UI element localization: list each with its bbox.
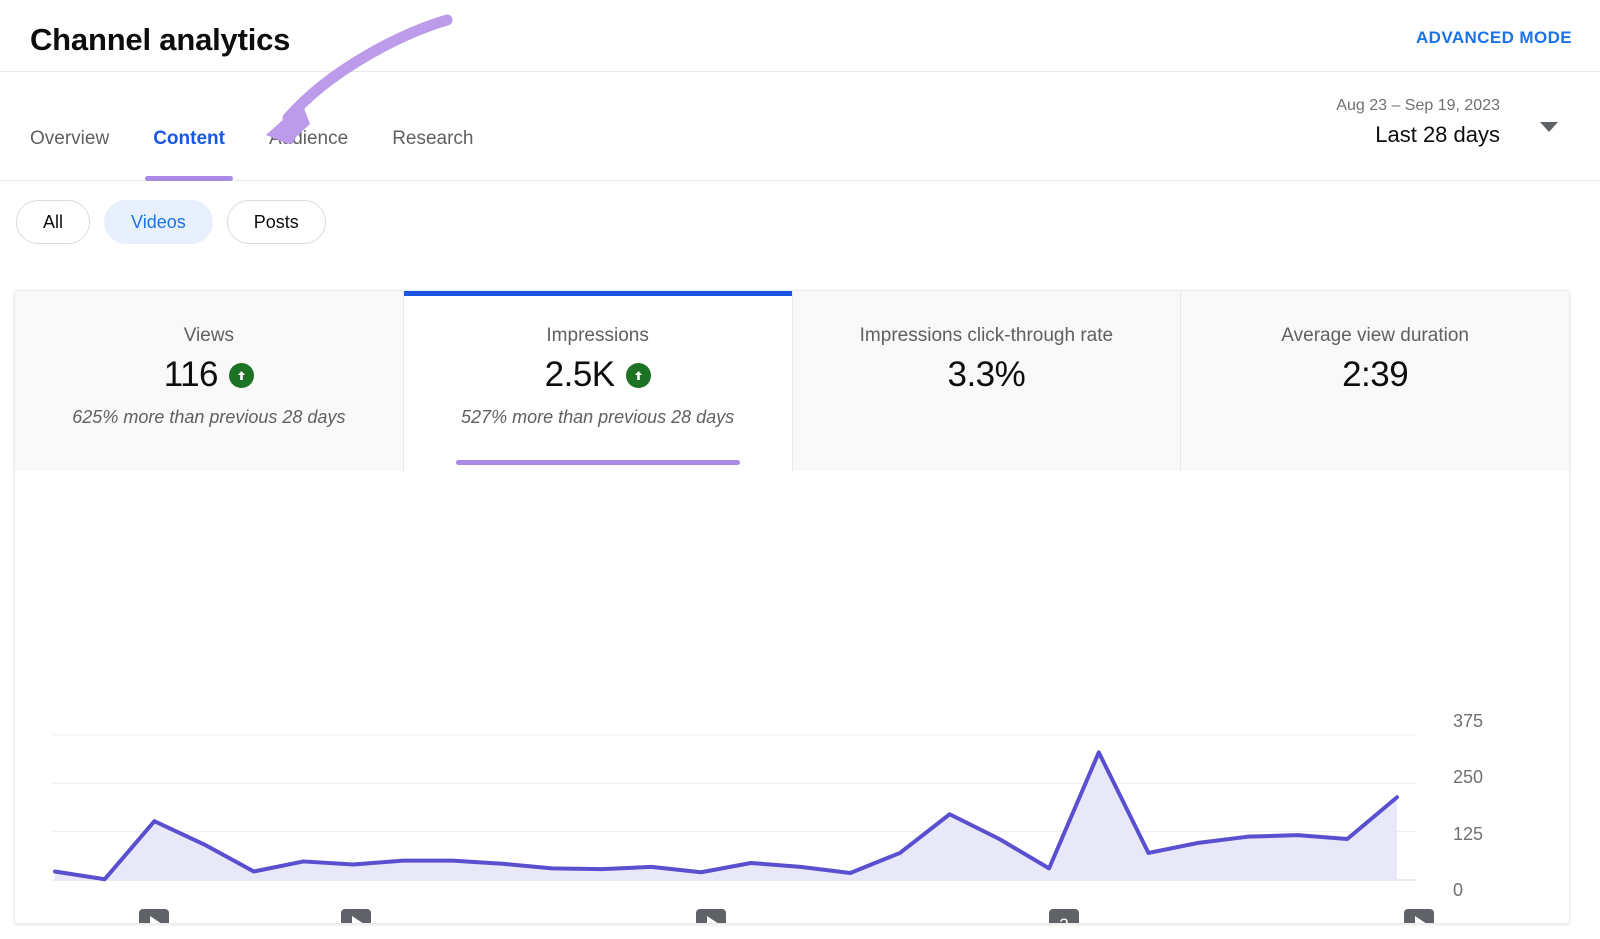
metric-value-row: 2.5K: [545, 355, 651, 395]
video-marker[interactable]: [696, 909, 726, 924]
y-axis-tick: 250: [1453, 767, 1483, 788]
metric-label: Impressions: [546, 325, 648, 347]
metric-delta: 527% more than previous 28 days: [461, 407, 734, 428]
metric-tab-impressions[interactable]: Impressions 2.5K 527% more than previous…: [404, 291, 793, 471]
play-icon: [352, 916, 364, 924]
tab-overview[interactable]: Overview: [30, 124, 131, 154]
tab-research-label: Research: [392, 128, 473, 149]
chip-posts[interactable]: Posts: [227, 200, 326, 244]
metric-label: Views: [184, 325, 234, 347]
metric-value-row: 2:39: [1342, 355, 1408, 395]
chip-videos[interactable]: Videos: [104, 200, 213, 244]
arrow-up-circle-icon: [626, 363, 651, 388]
tab-bar: Overview Content Audience Research Aug 2…: [0, 72, 1600, 181]
advanced-mode-link[interactable]: ADVANCED MODE: [1416, 28, 1572, 48]
y-axis-tick: 375: [1453, 711, 1483, 732]
chart-plot-area[interactable]: [15, 471, 1570, 924]
chevron-down-icon[interactable]: [1540, 122, 1558, 132]
metric-tab-avg-view-duration[interactable]: Average view duration 2:39: [1181, 291, 1569, 471]
play-icon: [150, 916, 162, 924]
date-range-text: Aug 23 – Sep 19, 2023: [1336, 97, 1500, 115]
page-title: Channel analytics: [30, 22, 290, 58]
tab-audience-label: Audience: [269, 128, 348, 149]
metric-label: Impressions click-through rate: [860, 325, 1113, 347]
metric-value: 2.5K: [545, 355, 615, 395]
metric-tabs: Views 116 625% more than previous 28 day…: [15, 291, 1569, 471]
metric-label: Average view duration: [1281, 325, 1469, 347]
tab-audience[interactable]: Audience: [247, 124, 370, 154]
tab-active-underline: [145, 176, 233, 181]
impressions-chart: 375 250 125 0 Aug 23, 2023 Aug 28, 2023 …: [15, 471, 1569, 924]
tab-overview-label: Overview: [30, 128, 109, 149]
metric-value-row: 3.3%: [947, 355, 1025, 395]
arrow-up-circle-icon: [229, 363, 254, 388]
y-axis-tick: 0: [1453, 880, 1463, 901]
video-marker-count-label: 2: [1059, 916, 1068, 925]
content-type-filter: All Videos Posts: [16, 200, 326, 244]
metric-delta: 625% more than previous 28 days: [72, 407, 345, 428]
analytics-card: Views 116 625% more than previous 28 day…: [14, 290, 1570, 924]
tab-content-label: Content: [153, 128, 225, 149]
video-marker[interactable]: [1404, 909, 1434, 924]
analytics-tabs: Overview Content Audience Research: [30, 124, 496, 154]
video-marker[interactable]: [341, 909, 371, 924]
play-icon: [707, 916, 719, 924]
date-range-preset: Last 28 days: [1375, 122, 1500, 148]
date-range-selector[interactable]: Aug 23 – Sep 19, 2023 Last 28 days: [1212, 92, 1572, 158]
channel-analytics-page: Channel analytics ADVANCED MODE Overview…: [0, 0, 1600, 939]
tab-content[interactable]: Content: [131, 124, 247, 154]
metric-value-row: 116: [164, 355, 254, 395]
metric-value: 3.3%: [947, 355, 1025, 395]
metric-value: 116: [164, 355, 218, 395]
page-header: Channel analytics ADVANCED MODE: [0, 0, 1600, 72]
tab-research[interactable]: Research: [370, 124, 495, 154]
chip-all[interactable]: All: [16, 200, 90, 244]
metric-value: 2:39: [1342, 355, 1408, 395]
metric-tab-ctr[interactable]: Impressions click-through rate 3.3%: [793, 291, 1182, 471]
metric-tab-views[interactable]: Views 116 625% more than previous 28 day…: [15, 291, 404, 471]
video-marker[interactable]: [139, 909, 169, 924]
play-icon: [1415, 916, 1427, 924]
y-axis-tick: 125: [1453, 824, 1483, 845]
video-marker-count[interactable]: 2: [1049, 909, 1079, 924]
